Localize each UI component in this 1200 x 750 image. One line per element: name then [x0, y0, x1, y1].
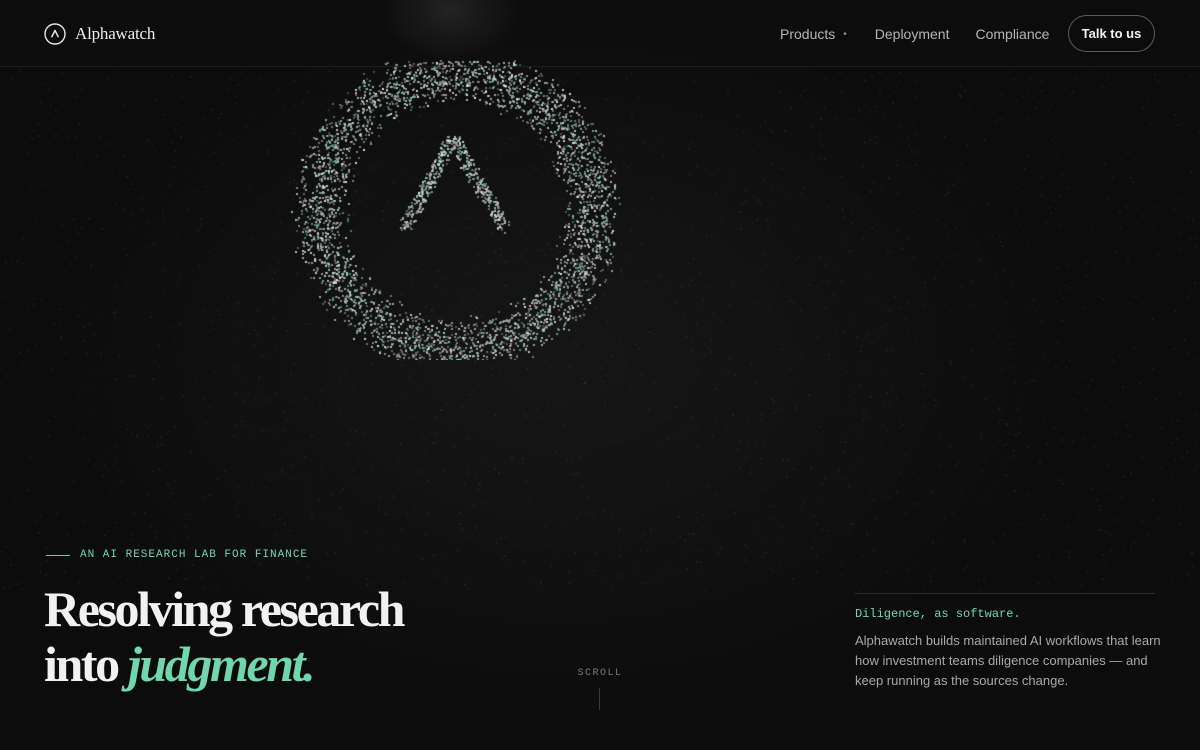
side-panel-tagline: Diligence, as software. — [855, 607, 1021, 621]
nav-compliance[interactable]: Compliance — [975, 26, 1049, 42]
hero-eyebrow: AN AI RESEARCH LAB FOR FINANCE — [46, 548, 308, 562]
dropdown-dot-icon: • — [843, 28, 847, 40]
main-nav: Products • Deployment Compliance — [780, 24, 1049, 44]
alphawatch-logo-icon — [44, 23, 66, 45]
headline-line-1: Resolving research — [44, 581, 405, 637]
talk-to-us-button[interactable]: Talk to us — [1068, 15, 1155, 52]
eyebrow-text: AN AI RESEARCH LAB FOR FINANCE — [80, 549, 309, 561]
nav-products[interactable]: Products • — [780, 26, 847, 42]
scroll-indicator[interactable]: SCROLL — [560, 668, 640, 679]
particle-ring-logo — [280, 60, 636, 360]
eyebrow-line — [46, 554, 70, 556]
logo-text: Alphawatch — [75, 24, 156, 43]
hero-headline: Resolving research into judgment. — [44, 582, 464, 692]
side-panel-divider — [855, 593, 1155, 594]
headline-line-2-plain: into — [44, 636, 120, 692]
logo-link[interactable]: Alphawatch — [44, 22, 155, 46]
nav-products-label: Products — [780, 26, 836, 42]
scroll-line — [599, 688, 600, 710]
side-panel-description: Alphawatch builds maintained AI workflow… — [855, 633, 1161, 688]
site-header: Alphawatch Products • Deployment Complia… — [0, 0, 1200, 67]
headline-accent: judgment. — [127, 636, 316, 692]
nav-deployment[interactable]: Deployment — [875, 26, 950, 42]
